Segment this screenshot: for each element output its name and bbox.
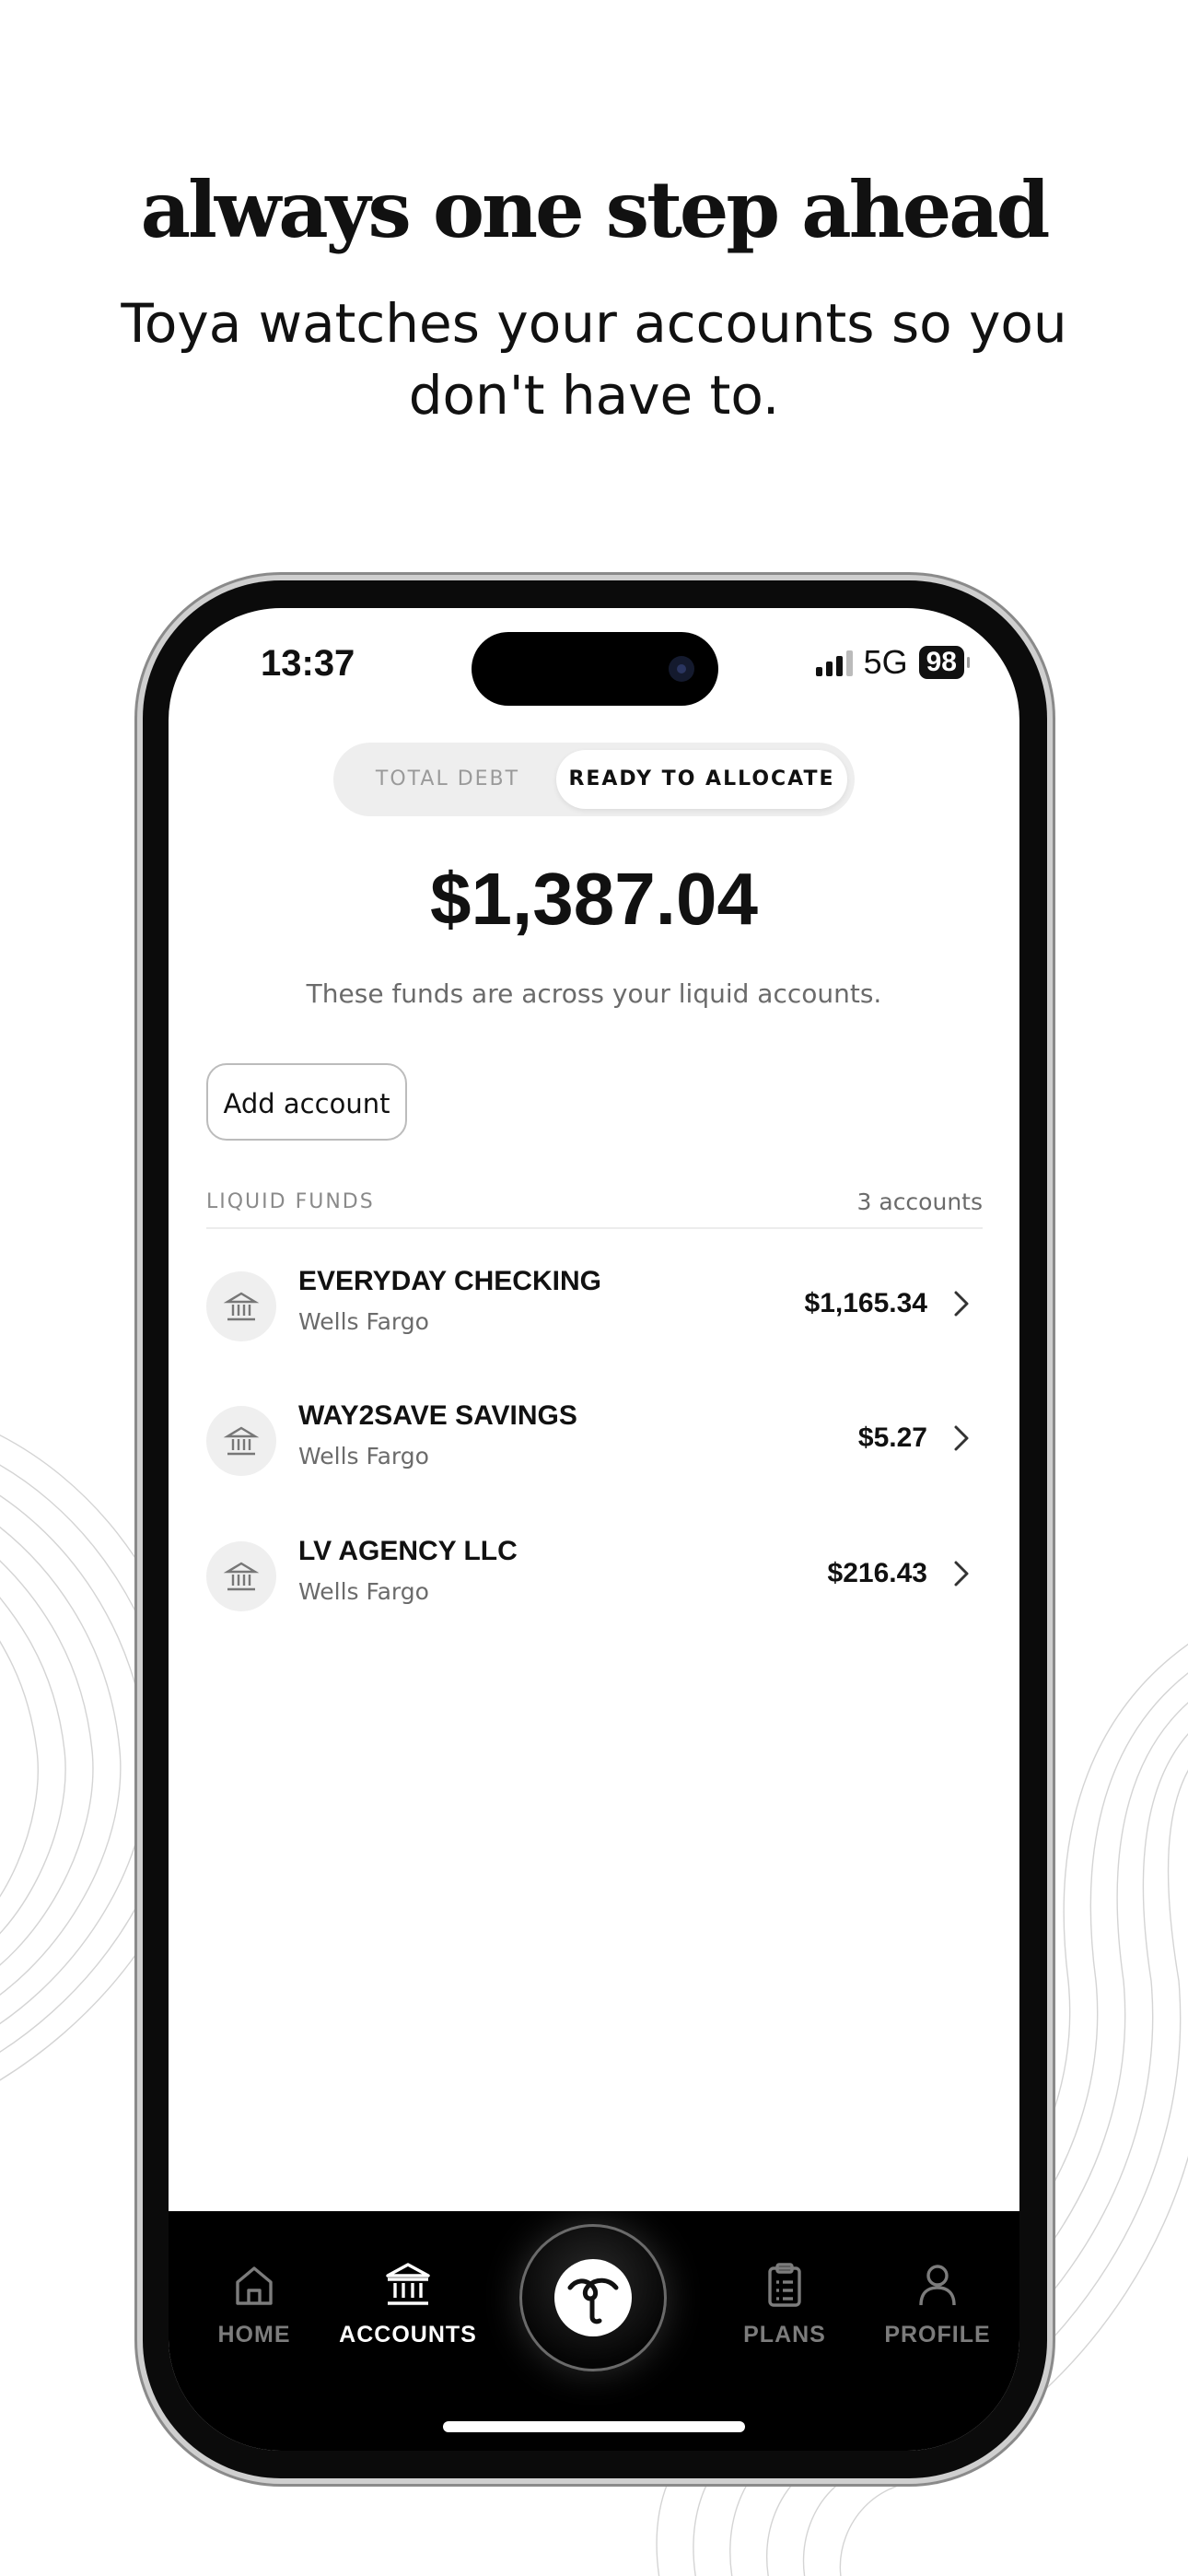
tab-accounts-label: ACCOUNTS <box>339 2322 477 2348</box>
bank-icon <box>206 1541 276 1611</box>
account-row[interactable]: WAY2SAVE SAVINGS Wells Fargo $5.27 <box>169 1388 1019 1498</box>
subheadline: Toya watches your accounts so you don't … <box>121 292 1067 427</box>
tab-profile[interactable]: PROFILE <box>859 2257 1016 2348</box>
section-divider <box>206 1227 983 1229</box>
account-amount: $5.27 <box>857 1423 927 1453</box>
account-bank: Wells Fargo <box>298 1308 429 1335</box>
headline: always one step ahead <box>140 164 1051 255</box>
phone-power-button <box>1050 1142 1055 1299</box>
status-indicators: 5G 98 <box>815 643 971 682</box>
tab-plans[interactable]: PLANS <box>706 2257 863 2348</box>
phone-screen: 13:37 5G 98 TOTAL DEBT READY TO ALLOCATE… <box>169 608 1019 2451</box>
tab-accounts[interactable]: ACCOUNTS <box>330 2257 486 2348</box>
account-name: LV AGENCY LLC <box>298 1536 518 1566</box>
dynamic-island <box>472 632 718 706</box>
battery-icon: 98 <box>918 646 971 679</box>
account-bank: Wells Fargo <box>298 1578 429 1605</box>
section-title: LIQUID FUNDS <box>206 1190 375 1213</box>
bank-icon <box>206 1271 276 1341</box>
balance-description: These funds are across your liquid accou… <box>306 978 882 1009</box>
account-row[interactable]: EVERYDAY CHECKING Wells Fargo $1,165.34 <box>169 1253 1019 1364</box>
toya-center-button[interactable] <box>519 2224 667 2371</box>
toggle-total-debt[interactable]: TOTAL DEBT <box>341 750 554 809</box>
account-row[interactable]: LV AGENCY LLC Wells Fargo $216.43 <box>169 1523 1019 1633</box>
account-count: 3 accounts <box>856 1188 983 1215</box>
toya-logo-icon <box>567 2277 619 2324</box>
person-icon <box>919 2265 956 2306</box>
network-label: 5G <box>863 643 908 681</box>
chevron-right-icon <box>954 1425 969 1451</box>
tab-plans-label: PLANS <box>743 2322 826 2348</box>
home-icon <box>236 2266 273 2305</box>
tab-home-label: HOME <box>217 2322 291 2348</box>
clipboard-icon <box>768 2263 801 2307</box>
balance-mode-toggle: TOTAL DEBT READY TO ALLOCATE <box>333 743 855 816</box>
chevron-right-icon <box>954 1291 969 1317</box>
phone-action-button <box>134 921 140 973</box>
account-amount: $1,165.34 <box>804 1288 927 1318</box>
account-bank: Wells Fargo <box>298 1443 429 1469</box>
account-name: WAY2SAVE SAVINGS <box>298 1400 577 1431</box>
account-name: EVERYDAY CHECKING <box>298 1266 601 1296</box>
phone-volume-down-button <box>134 1188 140 1290</box>
account-amount: $216.43 <box>827 1558 927 1588</box>
tab-profile-label: PROFILE <box>884 2322 991 2348</box>
tab-bar: HOME ACCOUNTS PLANS PROFILE <box>169 2211 1019 2451</box>
bank-icon <box>206 1406 276 1476</box>
home-indicator[interactable] <box>443 2421 745 2432</box>
status-time: 13:37 <box>261 643 355 684</box>
toggle-ready-to-allocate[interactable]: READY TO ALLOCATE <box>556 750 847 809</box>
signal-icon <box>815 649 853 676</box>
balance-amount: $1,387.04 <box>430 858 758 940</box>
camera-icon <box>669 656 694 682</box>
tab-home[interactable]: HOME <box>176 2257 332 2348</box>
chevron-right-icon <box>954 1561 969 1587</box>
bank-icon <box>386 2263 430 2305</box>
phone-volume-up-button <box>134 1050 140 1152</box>
add-account-button[interactable]: Add account <box>206 1063 407 1141</box>
